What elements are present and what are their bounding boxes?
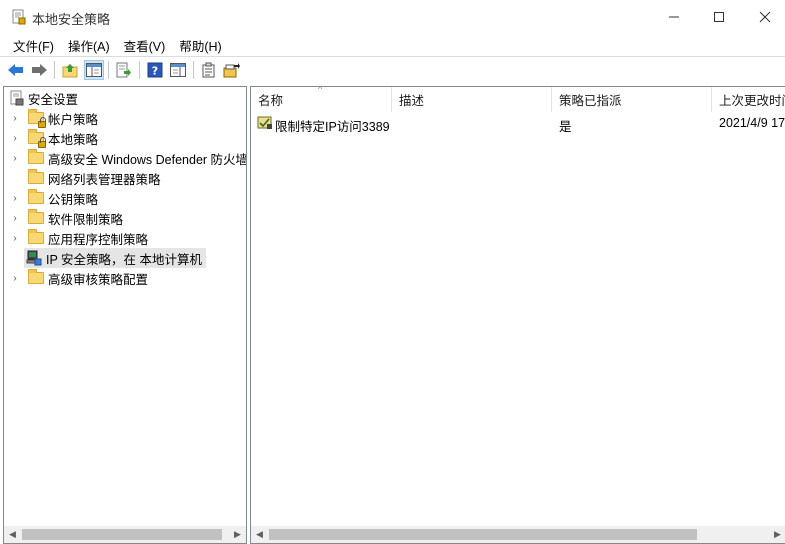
- menu-action[interactable]: 操作(A): [61, 34, 117, 57]
- tree-item-label: 高级审核策略配置: [48, 272, 149, 287]
- scroll-left-arrow-icon[interactable]: ◀: [4, 526, 21, 543]
- tree-root-label: 安全设置: [28, 92, 79, 107]
- column-header-assigned[interactable]: 策略已指派: [552, 87, 712, 112]
- toolbar-separator: [54, 61, 55, 79]
- tree-item-label: 软件限制策略: [48, 212, 124, 227]
- menu-view[interactable]: 查看(V): [117, 34, 173, 57]
- expand-chevron-icon[interactable]: ›: [10, 273, 20, 284]
- tree-item-label: 应用程序控制策略: [48, 232, 149, 247]
- window-title: 本地安全策略: [32, 12, 111, 27]
- selected-highlight: IP 安全策略，在 本地计算机: [24, 248, 207, 268]
- locked-folder-icon: [28, 109, 46, 128]
- back-button[interactable]: [6, 60, 26, 80]
- assign-policy-icon: [223, 63, 240, 78]
- menu-help[interactable]: 帮助(H): [172, 34, 228, 57]
- policy-assigned: 是: [559, 120, 572, 134]
- folder-icon: [28, 169, 44, 185]
- ip-security-icon: [26, 250, 42, 266]
- help-button[interactable]: ?: [145, 60, 165, 80]
- back-arrow-icon: [8, 64, 23, 76]
- list-horizontal-scrollbar[interactable]: ◀ ▶: [251, 526, 785, 543]
- tree-item-label: 公钥策略: [48, 192, 99, 207]
- expand-chevron-icon[interactable]: ›: [10, 113, 20, 124]
- menu-file[interactable]: 文件(F): [6, 34, 61, 57]
- action-pane-icon: [170, 63, 186, 77]
- show-hide-tree-button[interactable]: [84, 60, 104, 80]
- tree-item-label: 帐户策略: [48, 112, 99, 127]
- folder-icon: [28, 229, 44, 245]
- sort-ascending-icon: ^: [318, 87, 323, 94]
- tree-item-label: 网络列表管理器策略: [48, 172, 161, 187]
- tree-item-label: 本地策略: [48, 132, 99, 147]
- expand-chevron-icon[interactable]: ›: [10, 133, 20, 144]
- tree-item-local-policies[interactable]: › 本地策略: [4, 128, 98, 148]
- title-bar: 本地安全策略: [0, 0, 785, 34]
- show-hide-tree-icon: [86, 63, 102, 77]
- tree-item-account-policies[interactable]: › 帐户策略: [4, 108, 98, 128]
- toolbar: ?: [0, 56, 785, 83]
- console-tree: 安全设置 › 帐户策略 › 本地策略 › 高级安全 Windows Defend…: [3, 86, 247, 544]
- scroll-left-arrow-icon[interactable]: ◀: [251, 526, 268, 543]
- close-button[interactable]: [742, 0, 785, 34]
- ip-policy-item-icon: [257, 116, 272, 129]
- expand-chevron-icon[interactable]: ›: [10, 213, 20, 224]
- local-security-policy-app-icon: [12, 9, 26, 25]
- folder-icon: [28, 149, 44, 165]
- help-icon: ?: [147, 62, 163, 78]
- column-header-name[interactable]: 名称 ^: [251, 87, 392, 112]
- maximize-icon: [714, 12, 724, 22]
- policy-name: 限制特定IP访问3389: [275, 120, 390, 134]
- scroll-right-arrow-icon[interactable]: ▶: [229, 526, 246, 543]
- action-pane-button[interactable]: [168, 60, 188, 80]
- scroll-right-arrow-icon[interactable]: ▶: [769, 526, 785, 543]
- tree-item-ip-security-policies[interactable]: IP 安全策略，在 本地计算机: [4, 248, 207, 268]
- forward-button[interactable]: [29, 60, 49, 80]
- details-list: 名称 ^ 描述 策略已指派 上次更改时间 限制特定IP访问3389 是 2021…: [250, 86, 785, 544]
- export-list-icon: [116, 62, 131, 78]
- security-settings-icon: [10, 90, 24, 106]
- folder-icon: [28, 269, 44, 285]
- toolbar-separator: [139, 61, 140, 79]
- toolbar-separator: [108, 61, 109, 79]
- locked-folder-icon: [28, 129, 46, 148]
- policy-last-modified: 2021/4/9 17: [719, 116, 785, 130]
- tree-item-defender-firewall[interactable]: › 高级安全 Windows Defender 防火墙: [4, 148, 247, 168]
- folder-icon: [28, 189, 44, 205]
- column-header-last-modified[interactable]: 上次更改时间: [712, 87, 785, 112]
- policy-list-button[interactable]: [199, 60, 219, 80]
- toolbar-separator: [193, 61, 194, 79]
- tree-item-label: IP 安全策略，在 本地计算机: [46, 252, 203, 267]
- menu-bar: 文件(F) 操作(A) 查看(V) 帮助(H): [0, 34, 785, 56]
- scrollbar-thumb[interactable]: [22, 529, 222, 540]
- expand-chevron-icon[interactable]: ›: [10, 153, 20, 164]
- scrollbar-thumb[interactable]: [269, 529, 697, 540]
- up-one-level-button[interactable]: [60, 60, 80, 80]
- column-header-description[interactable]: 描述: [392, 87, 552, 112]
- expand-chevron-icon[interactable]: ›: [10, 233, 20, 244]
- folder-icon: [28, 209, 44, 225]
- list-item[interactable]: 限制特定IP访问3389 是 2021/4/9 17: [251, 113, 785, 134]
- assign-policy-button[interactable]: [222, 60, 242, 80]
- tree-item-software-restriction[interactable]: › 软件限制策略: [4, 208, 123, 228]
- expand-chevron-icon[interactable]: ›: [10, 193, 20, 204]
- tree-item-public-key-policies[interactable]: › 公钥策略: [4, 188, 98, 208]
- forward-arrow-icon: [32, 64, 47, 76]
- tree-item-network-list-manager[interactable]: 网络列表管理器策略: [4, 168, 161, 188]
- maximize-button[interactable]: [696, 0, 742, 34]
- tree-item-advanced-audit[interactable]: › 高级审核策略配置: [4, 268, 148, 288]
- up-folder-icon: [62, 64, 78, 78]
- policy-list-icon: [202, 62, 215, 78]
- tree-root-security-settings[interactable]: 安全设置: [4, 88, 78, 108]
- tree-horizontal-scrollbar[interactable]: ◀ ▶: [4, 526, 246, 543]
- export-list-button[interactable]: [114, 60, 134, 80]
- tree-item-application-control[interactable]: › 应用程序控制策略: [4, 228, 148, 248]
- minimize-icon: [669, 16, 679, 18]
- tree-item-label: 高级安全 Windows Defender 防火墙: [48, 152, 247, 167]
- close-icon: [759, 11, 771, 23]
- svg-text:?: ?: [152, 65, 158, 78]
- minimize-button[interactable]: [651, 0, 697, 34]
